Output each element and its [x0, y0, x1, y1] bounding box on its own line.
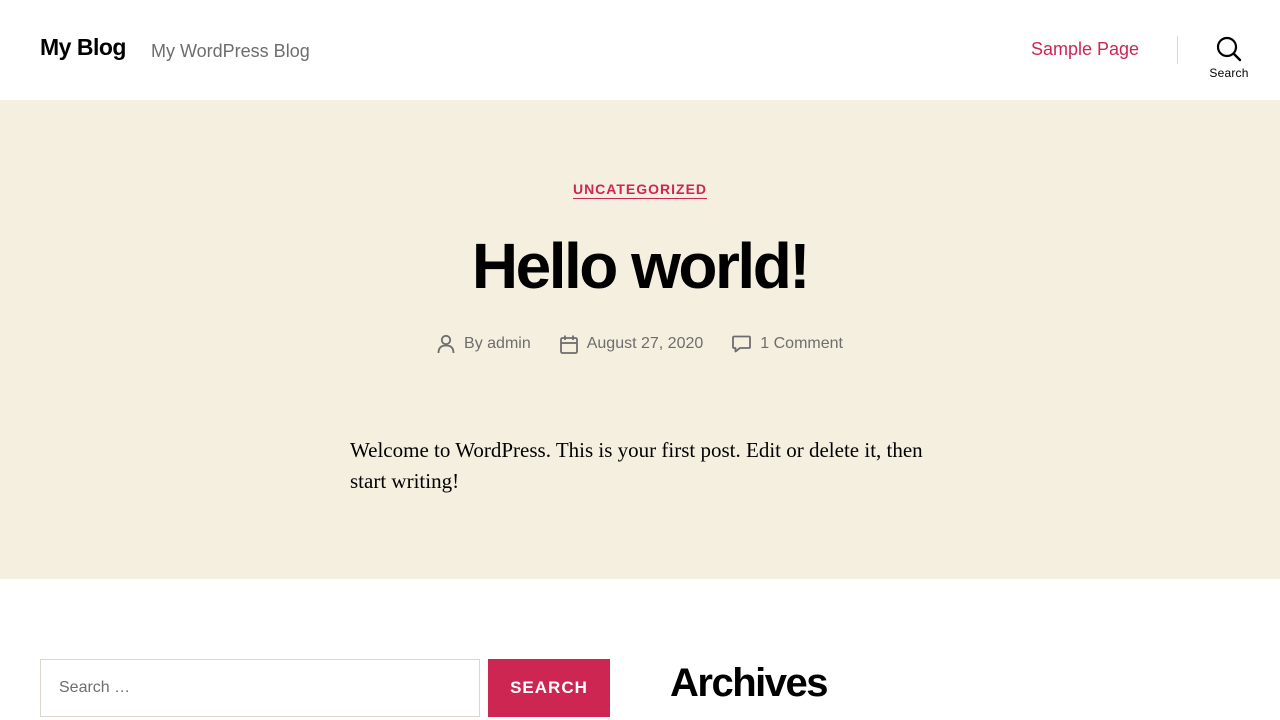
category-link[interactable]: UNCATEGORIZED — [572, 181, 708, 199]
search-input[interactable]: Search … — [40, 659, 480, 717]
author-prefix: By — [464, 335, 483, 352]
date-link[interactable]: August 27, 2020 — [587, 335, 704, 353]
person-icon — [437, 334, 455, 354]
nav-link-sample-page[interactable]: Sample Page — [1031, 39, 1139, 60]
post-meta: By admin August 27, 2020 1 Comment — [0, 334, 1280, 354]
post-author: By admin — [437, 334, 531, 354]
comment-icon — [732, 335, 752, 353]
post-title[interactable]: Hello world! — [0, 230, 1280, 302]
search-submit-button[interactable]: SEARCH — [488, 659, 610, 717]
site-header: My Blog My WordPress Blog Sample Page Se… — [0, 0, 1280, 100]
search-toggle-label: Search — [1209, 66, 1249, 80]
footer-widgets: Search … SEARCH Archives — [0, 579, 1280, 720]
category-container: UNCATEGORIZED — [0, 181, 1280, 199]
site-description: My WordPress Blog — [151, 41, 310, 61]
author-link[interactable]: admin — [487, 335, 531, 352]
post-content: Welcome to WordPress. This is your first… — [350, 438, 923, 493]
archives-widget-title: Archives — [670, 661, 828, 705]
calendar-icon — [559, 335, 578, 354]
post-comments: 1 Comment — [732, 334, 843, 354]
post-header: UNCATEGORIZED Hello world! By admin Augu… — [0, 100, 1280, 579]
search-toggle-button[interactable]: Search — [1200, 36, 1258, 88]
search-icon — [1216, 36, 1242, 62]
site-title[interactable]: My Blog — [40, 34, 126, 61]
post-date: August 27, 2020 — [559, 334, 704, 354]
comments-link[interactable]: 1 Comment — [760, 335, 843, 353]
nav-divider — [1177, 36, 1178, 64]
